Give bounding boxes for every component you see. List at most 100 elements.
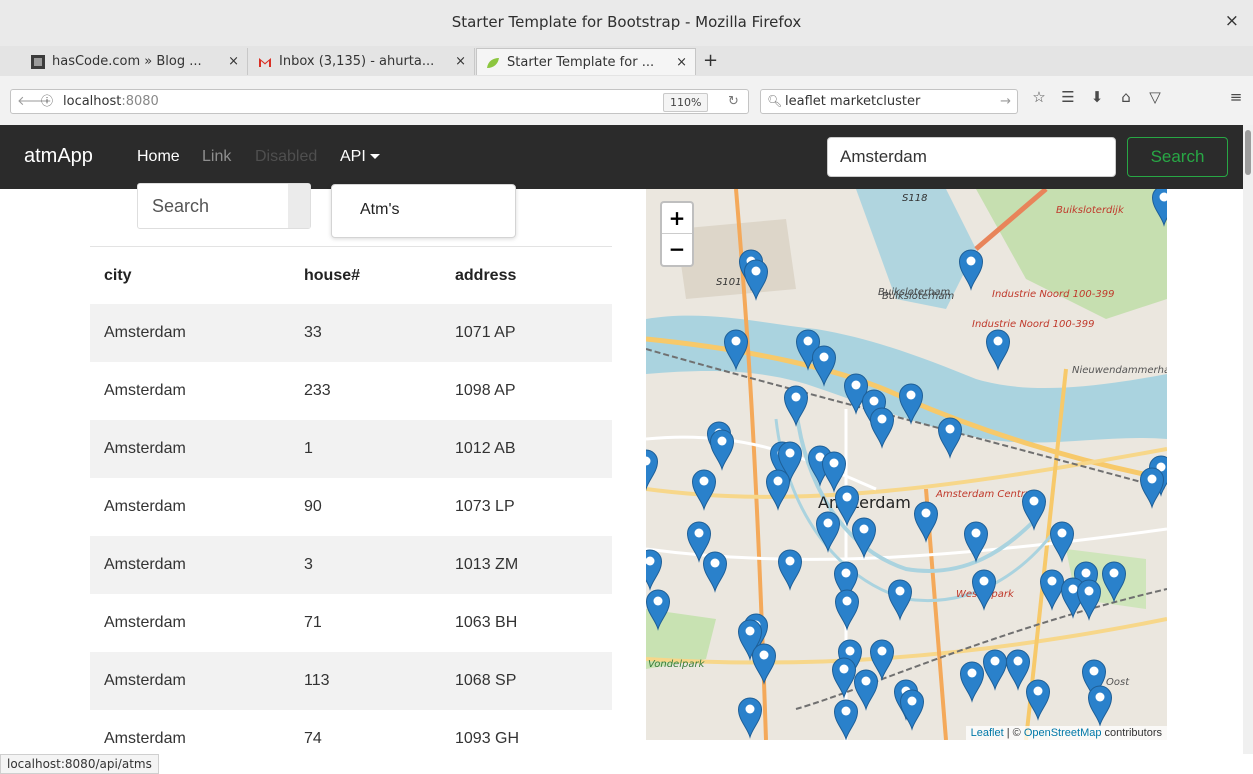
zoom-out-button[interactable]: − <box>662 234 692 264</box>
atm-marker-icon[interactable] <box>646 449 659 491</box>
api-dropdown-menu: Atm's <box>331 184 516 238</box>
atm-marker-icon[interactable] <box>1039 569 1065 611</box>
zoom-level-badge[interactable]: 110% <box>663 93 709 112</box>
tab-label: hasCode.com » Blog ... <box>52 54 202 69</box>
atm-marker-icon[interactable] <box>646 589 671 631</box>
bookmark-star-icon[interactable]: ☆ <box>1029 88 1049 106</box>
atm-marker-icon[interactable] <box>1021 489 1047 531</box>
atm-marker-icon[interactable] <box>737 697 763 739</box>
tab-gmail[interactable]: Inbox (3,135) - ahurta... × <box>249 48 475 75</box>
atm-marker-icon[interactable] <box>1005 649 1031 691</box>
table-row[interactable]: Amsterdam 233 1098 AP <box>90 362 612 420</box>
pocket-icon[interactable]: ▽ <box>1145 88 1165 106</box>
tab-hascode[interactable]: hasCode.com » Blog ... × <box>22 48 248 75</box>
atm-marker-icon[interactable] <box>646 549 663 591</box>
cell-house: 74 <box>304 730 322 747</box>
dropdown-item-atms[interactable]: Atm's <box>360 201 400 219</box>
atm-marker-icon[interactable] <box>853 669 879 711</box>
table-search-input[interactable]: Search <box>137 183 311 229</box>
atm-marker-icon[interactable] <box>709 429 735 471</box>
atm-marker-icon[interactable] <box>1049 521 1075 563</box>
page-scrollbar[interactable] <box>1243 125 1253 754</box>
atm-marker-icon[interactable] <box>723 329 749 371</box>
table-row[interactable]: Amsterdam 3 1013 ZM <box>90 536 612 594</box>
atm-marker-icon[interactable] <box>702 551 728 593</box>
leaflet-link[interactable]: Leaflet <box>971 727 1004 739</box>
window-close-icon[interactable]: × <box>1225 11 1239 31</box>
osm-link[interactable]: OpenStreetMap <box>1024 727 1102 739</box>
downloads-icon[interactable]: ⬇ <box>1087 88 1107 106</box>
atm-marker-icon[interactable] <box>834 589 860 631</box>
zoom-in-button[interactable]: + <box>662 203 692 234</box>
atm-marker-icon[interactable] <box>963 521 989 563</box>
atm-marker-icon[interactable] <box>982 649 1008 691</box>
menu-hamburger-icon[interactable]: ≡ <box>1226 88 1246 106</box>
browser-search-bar[interactable]: 🔍︎ leaflet marketcluster → <box>760 89 1018 114</box>
atm-marker-icon[interactable] <box>765 469 791 511</box>
city-search-button[interactable]: Search <box>1127 137 1228 177</box>
atm-marker-icon[interactable] <box>1151 189 1168 227</box>
url-bar[interactable]: 🡐 ⓘ localhost:8080 110% ↻ <box>10 89 749 114</box>
atm-marker-icon[interactable] <box>851 517 877 559</box>
cell-house: 3 <box>304 556 313 573</box>
home-icon[interactable]: ⌂ <box>1116 88 1136 106</box>
cell-city: Amsterdam <box>104 672 186 689</box>
atm-marker-icon[interactable] <box>1025 679 1051 721</box>
tab-close-icon[interactable]: × <box>228 48 239 75</box>
cell-house: 1 <box>304 440 313 457</box>
atm-marker-icon[interactable] <box>1087 685 1113 727</box>
table-row[interactable]: Amsterdam 74 1093 GH <box>90 710 612 768</box>
atm-marker-icon[interactable] <box>985 329 1011 371</box>
reload-icon[interactable]: ↻ <box>728 90 739 113</box>
atm-marker-icon[interactable] <box>815 511 841 553</box>
atm-map[interactable]: Buiksloterham Buiksloterham Buiksloterdijk… <box>646 189 1167 740</box>
atm-marker-icon[interactable] <box>1139 467 1165 509</box>
city-search-input[interactable] <box>827 137 1116 177</box>
atm-marker-icon[interactable] <box>971 569 997 611</box>
atm-marker-icon[interactable] <box>1076 579 1102 621</box>
atm-marker-icon[interactable] <box>898 383 924 425</box>
table-row[interactable]: Amsterdam 33 1071 AP <box>90 304 612 362</box>
tab-starter-template[interactable]: Starter Template for ... × <box>476 48 696 75</box>
app-brand[interactable]: atmApp <box>24 145 93 168</box>
nav-link-link[interactable]: Link <box>202 148 231 166</box>
table-row[interactable]: Amsterdam 90 1073 LP <box>90 478 612 536</box>
cell-city: Amsterdam <box>104 556 186 573</box>
atm-marker-icon[interactable] <box>811 345 837 387</box>
atm-marker-icon[interactable] <box>937 417 963 459</box>
new-tab-button[interactable]: + <box>703 46 718 76</box>
table-row[interactable]: Amsterdam 1 1012 AB <box>90 420 612 478</box>
atm-marker-icon[interactable] <box>913 501 939 543</box>
nav-api-dropdown[interactable]: API <box>340 148 380 166</box>
atm-marker-icon[interactable] <box>691 469 717 511</box>
app-navbar: atmApp Home Link Disabled API Search <box>0 125 1253 189</box>
atm-marker-icon[interactable] <box>831 657 857 699</box>
table-header-row: city house# address <box>90 246 612 304</box>
tab-close-icon[interactable]: × <box>676 49 687 75</box>
atm-marker-icon[interactable] <box>869 407 895 449</box>
table-row[interactable]: Amsterdam 113 1068 SP <box>90 652 612 710</box>
reading-list-icon[interactable]: ☰ <box>1058 88 1078 106</box>
table-row[interactable]: Amsterdam 71 1063 BH <box>90 594 612 652</box>
tab-close-icon[interactable]: × <box>455 48 466 75</box>
atm-marker-icon[interactable] <box>751 643 777 685</box>
nav-home-link[interactable]: Home <box>137 148 180 166</box>
atm-marker-icon[interactable] <box>777 549 803 591</box>
atm-marker-icon[interactable] <box>899 689 925 731</box>
atm-marker-icon[interactable] <box>959 661 985 703</box>
attribution-contributors: contributors <box>1101 727 1162 739</box>
site-info-icon[interactable]: ⓘ <box>41 90 53 113</box>
leaf-favicon-icon <box>487 58 499 68</box>
search-go-arrow-icon[interactable]: → <box>1000 90 1011 113</box>
atm-marker-icon[interactable] <box>833 699 859 740</box>
atm-marker-icon[interactable] <box>783 385 809 427</box>
atm-marker-icon[interactable] <box>743 259 769 301</box>
tab-strip: hasCode.com » Blog ... × Inbox (3,135) -… <box>0 46 1253 77</box>
zoom-control: + − <box>660 201 694 267</box>
atm-marker-icon[interactable] <box>887 579 913 621</box>
atm-marker-icon[interactable] <box>958 249 984 291</box>
atm-marker-icon[interactable] <box>821 451 847 493</box>
cell-address: 1063 BH <box>455 614 518 631</box>
atm-marker-icon[interactable] <box>1101 561 1127 603</box>
page-scrollbar-thumb[interactable] <box>1245 130 1251 175</box>
